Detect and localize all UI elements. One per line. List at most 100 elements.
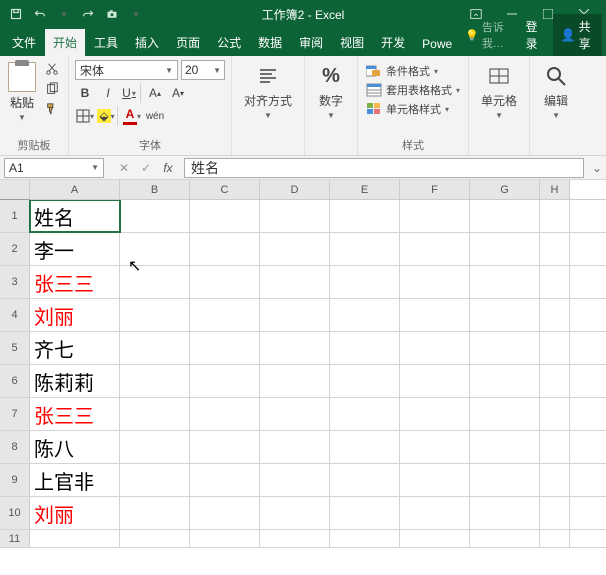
save-icon[interactable]	[4, 2, 28, 26]
cell[interactable]	[400, 332, 470, 364]
row-header[interactable]: 10	[0, 497, 30, 529]
cell[interactable]	[540, 200, 570, 232]
align-button[interactable]: 对齐方式▼	[238, 60, 298, 122]
cell[interactable]	[120, 530, 190, 547]
fill-color-button[interactable]: ⬙▾	[98, 106, 118, 126]
column-header[interactable]: A	[30, 180, 120, 199]
cell[interactable]	[330, 365, 400, 397]
cell[interactable]	[260, 497, 330, 529]
column-header[interactable]: F	[400, 180, 470, 199]
expand-formula-icon[interactable]: ⌄	[588, 161, 606, 175]
row-header[interactable]: 2	[0, 233, 30, 265]
camera-icon[interactable]	[100, 2, 124, 26]
cell[interactable]	[470, 332, 540, 364]
cell[interactable]: 上官非	[30, 464, 120, 496]
cell[interactable]	[260, 398, 330, 430]
phonetic-button[interactable]: wén	[145, 106, 165, 126]
table-format-button[interactable]: 套用表格格式▾	[364, 81, 462, 99]
format-painter-button[interactable]	[42, 100, 62, 118]
cancel-formula-icon[interactable]: ✕	[114, 161, 134, 175]
redo-icon[interactable]	[76, 2, 100, 26]
cell[interactable]	[190, 365, 260, 397]
cell[interactable]	[260, 200, 330, 232]
column-header[interactable]: B	[120, 180, 190, 199]
column-header[interactable]: D	[260, 180, 330, 199]
cell[interactable]: 李一	[30, 233, 120, 265]
cell[interactable]	[470, 530, 540, 547]
share-button[interactable]: 👤共享	[553, 14, 602, 56]
cell[interactable]	[190, 233, 260, 265]
underline-button[interactable]: U▾	[121, 83, 141, 103]
cell[interactable]	[400, 299, 470, 331]
cell[interactable]	[120, 200, 190, 232]
cell[interactable]	[120, 365, 190, 397]
cell[interactable]	[120, 497, 190, 529]
cell[interactable]	[120, 431, 190, 463]
italic-button[interactable]: I	[98, 83, 118, 103]
cell[interactable]	[540, 431, 570, 463]
cell[interactable]	[260, 530, 330, 547]
cell[interactable]: 张三三	[30, 398, 120, 430]
cell[interactable]	[330, 398, 400, 430]
cell[interactable]	[540, 497, 570, 529]
name-box[interactable]: A1▼	[4, 158, 104, 178]
cell[interactable]	[190, 464, 260, 496]
row-header[interactable]: 4	[0, 299, 30, 331]
cell[interactable]	[330, 464, 400, 496]
cell[interactable]	[120, 332, 190, 364]
cell[interactable]	[120, 398, 190, 430]
font-name-select[interactable]: 宋体▼	[75, 60, 178, 80]
editing-button[interactable]: 编辑▼	[536, 60, 576, 122]
cell[interactable]	[190, 497, 260, 529]
cell[interactable]	[400, 431, 470, 463]
cell[interactable]	[540, 530, 570, 547]
tell-me-input[interactable]: 💡告诉我…	[461, 19, 517, 51]
bold-button[interactable]: B	[75, 83, 95, 103]
cells-button[interactable]: 单元格▼	[475, 60, 523, 122]
qat-more-icon[interactable]: ▼	[124, 2, 148, 26]
cell[interactable]	[400, 398, 470, 430]
number-button[interactable]: % 数字▼	[311, 60, 351, 122]
tab-page[interactable]: 页面	[168, 29, 208, 56]
tab-insert[interactable]: 插入	[127, 29, 167, 56]
cell[interactable]	[190, 431, 260, 463]
tab-formula[interactable]: 公式	[209, 29, 249, 56]
cell[interactable]	[470, 299, 540, 331]
border-button[interactable]: ▾	[75, 106, 95, 126]
paste-button[interactable]: 粘贴 ▼	[6, 60, 38, 124]
cell[interactable]	[400, 266, 470, 298]
undo-icon[interactable]	[28, 2, 52, 26]
cell[interactable]	[540, 299, 570, 331]
cell[interactable]	[260, 233, 330, 265]
cell[interactable]	[540, 398, 570, 430]
row-header[interactable]: 5	[0, 332, 30, 364]
row-header[interactable]: 7	[0, 398, 30, 430]
cell[interactable]	[470, 431, 540, 463]
formula-bar[interactable]: 姓名	[184, 158, 584, 178]
cell[interactable]	[470, 233, 540, 265]
cut-button[interactable]	[42, 60, 62, 78]
column-header[interactable]: C	[190, 180, 260, 199]
cell[interactable]	[470, 365, 540, 397]
cell-styles-button[interactable]: 单元格样式▾	[364, 100, 462, 118]
cell[interactable]	[400, 530, 470, 547]
cell[interactable]	[120, 464, 190, 496]
cell[interactable]	[30, 530, 120, 547]
cell[interactable]	[190, 200, 260, 232]
font-color-button[interactable]: A▾	[122, 106, 142, 126]
cell[interactable]	[330, 299, 400, 331]
cell[interactable]	[260, 464, 330, 496]
tab-data[interactable]: 数据	[250, 29, 290, 56]
row-header[interactable]: 11	[0, 530, 30, 547]
cell[interactable]	[330, 530, 400, 547]
tab-dev[interactable]: 开发	[373, 29, 413, 56]
cell[interactable]	[190, 266, 260, 298]
cell[interactable]	[330, 431, 400, 463]
row-header[interactable]: 1	[0, 200, 30, 232]
column-header[interactable]: H	[540, 180, 570, 199]
cell[interactable]	[260, 332, 330, 364]
cell[interactable]	[540, 365, 570, 397]
enter-formula-icon[interactable]: ✓	[136, 161, 156, 175]
cell[interactable]	[120, 299, 190, 331]
copy-button[interactable]	[42, 80, 62, 98]
